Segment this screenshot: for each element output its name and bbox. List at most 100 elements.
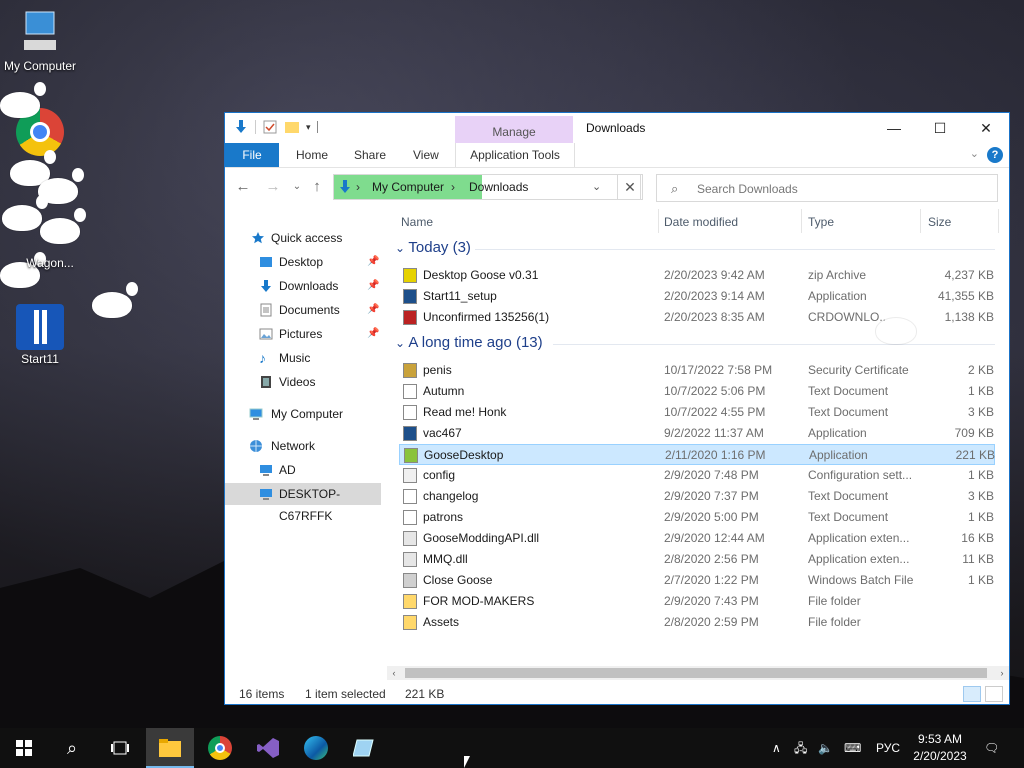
network-globe-icon (250, 440, 262, 452)
nav-network-ad[interactable]: AD (225, 459, 381, 481)
new-folder-icon[interactable] (284, 119, 300, 135)
input-language[interactable]: РУС (876, 728, 900, 768)
scroll-left-icon[interactable]: ‹ (387, 666, 401, 680)
help-icon[interactable]: ? (987, 147, 1003, 163)
file-row[interactable]: MMQ.dll 2/8/2020 2:56 PM Application exten… (399, 549, 995, 570)
nav-network-desktop[interactable]: DESKTOP-C67RFFK (225, 483, 381, 523)
tab-application-tools[interactable]: Application Tools (455, 143, 575, 167)
file-row[interactable]: Desktop Goose v0.31 2/20/2023 9:42 AM zip … (399, 265, 995, 286)
task-view-button[interactable] (96, 728, 144, 768)
clock[interactable]: 9:53 AM 2/20/2023 (908, 731, 972, 765)
desktop-icon-start11[interactable]: Start11 (0, 304, 80, 366)
file-row[interactable]: GooseDesktop 2/11/2020 1:16 PM Application… (399, 444, 995, 465)
details-view-icon[interactable] (963, 686, 981, 702)
group-header[interactable]: ⌄ A long time ago (13) (395, 334, 543, 351)
forward-arrow-icon[interactable]: → (263, 177, 283, 197)
collapse-chevron-icon[interactable]: ⌄ (395, 336, 408, 350)
large-icons-view-icon[interactable] (985, 686, 1003, 702)
nav-music[interactable]: ♪ Music (225, 347, 381, 369)
file-row[interactable]: FOR MOD-MAKERS 2/9/2020 7:43 PM File folde… (399, 591, 995, 612)
file-row[interactable]: config 2/9/2020 7:48 PM Configuration sett… (399, 465, 995, 486)
tab-view[interactable]: View (413, 143, 439, 167)
nav-label: Music (279, 351, 311, 365)
back-arrow-icon[interactable]: ← (233, 177, 253, 197)
file-row[interactable]: Assets 2/8/2020 2:59 PM File folder (399, 612, 995, 633)
desktop-icon-my-computer[interactable]: My Computer (0, 10, 80, 73)
tab-home[interactable]: Home (296, 143, 328, 167)
download-arrow-icon[interactable] (233, 119, 249, 135)
file-row[interactable]: Autumn 10/7/2022 5:06 PM Text Document 1 KB (399, 381, 995, 402)
file-type: Configuration sett... (808, 468, 913, 482)
nav-label: Desktop (279, 255, 324, 269)
nav-downloads[interactable]: Downloads 📌 (225, 275, 381, 297)
expand-ribbon-icon[interactable]: ⌄ (970, 147, 979, 160)
search-box[interactable]: ⌕ Search Downloads (656, 174, 998, 202)
nav-videos[interactable]: Videos (225, 371, 381, 393)
collapse-chevron-icon[interactable]: ⌄ (395, 241, 408, 255)
file-name: FOR MOD-MAKERS (423, 594, 535, 608)
customize-toolbar-icon[interactable]: ▾ (306, 122, 311, 133)
volume-icon[interactable]: 🔈 (818, 728, 833, 768)
taskbar-app[interactable] (340, 728, 388, 768)
properties-icon[interactable] (262, 119, 278, 135)
file-row[interactable]: Close Goose 2/7/2020 1:22 PM Windows Batch… (399, 570, 995, 591)
recent-locations-icon[interactable]: ⌄ (287, 177, 307, 197)
keyboard-icon[interactable]: ⌨ (844, 728, 861, 768)
taskbar-edge[interactable] (292, 728, 340, 768)
search-icon: ⌕ (66, 738, 78, 758)
column-header-size[interactable]: Size (928, 215, 951, 229)
scrollbar-thumb[interactable] (405, 668, 987, 678)
column-header-type[interactable]: Type (808, 215, 834, 229)
search-button[interactable]: ⌕ (48, 728, 96, 768)
network-icon[interactable]: 🖧 (794, 728, 807, 768)
file-size: 2 KB (967, 363, 994, 377)
desktop-icon-wagon[interactable]: Wagon... (0, 256, 80, 270)
computer-icon (249, 408, 263, 420)
search-icon: ⌕ (671, 181, 679, 196)
tab-share[interactable]: Share (354, 143, 386, 167)
file-type: File folder (808, 594, 861, 608)
column-divider (998, 209, 999, 233)
show-hidden-icons[interactable]: ∧ (772, 728, 781, 768)
close-button[interactable]: ✕ (963, 113, 1009, 143)
file-row[interactable]: Read me! Honk 10/7/2022 4:55 PM Text Docum… (399, 402, 995, 423)
maximize-button[interactable]: ☐ (917, 113, 963, 143)
horizontal-scrollbar[interactable]: ‹ › (387, 666, 1009, 680)
goose-sprite (92, 282, 138, 318)
file-row[interactable]: patrons 2/9/2020 5:00 PM Text Document 1 KB (399, 507, 995, 528)
nav-label: Documents (279, 303, 340, 317)
nav-documents[interactable]: Documents 📌 (225, 299, 381, 321)
nav-my-computer[interactable]: My Computer (225, 403, 381, 425)
file-row[interactable]: penis 10/17/2022 7:58 PM Security Certific… (399, 360, 995, 381)
start-button[interactable] (0, 728, 48, 768)
goose-sprite (40, 208, 86, 244)
file-row[interactable]: changelog 2/9/2020 7:37 PM Text Document 3 … (399, 486, 995, 507)
breadcrumb-downloads[interactable]: Downloads (469, 180, 528, 194)
nav-network[interactable]: Network (225, 435, 381, 457)
taskbar-chrome[interactable] (196, 728, 244, 768)
file-row[interactable]: GooseModdingAPI.dll 2/9/2020 12:44 AM Appl… (399, 528, 995, 549)
notifications-icon[interactable]: 🗨 (984, 728, 999, 768)
dll-icon (403, 552, 417, 567)
nav-pictures[interactable]: Pictures 📌 (225, 323, 381, 345)
tab-file[interactable]: File (225, 143, 279, 167)
file-row[interactable]: vac467 9/2/2022 11:37 AM Application 709 KB (399, 423, 995, 444)
taskbar-file-explorer[interactable] (146, 728, 194, 768)
file-name: GooseModdingAPI.dll (423, 531, 540, 545)
nav-desktop[interactable]: Desktop 📌 (225, 251, 381, 273)
file-name: Close Goose (423, 573, 493, 587)
address-dropdown-icon[interactable]: ⌄ (592, 180, 601, 193)
up-arrow-icon[interactable]: ↑ (307, 177, 327, 197)
clear-address-icon[interactable]: ✕ (617, 174, 643, 200)
column-header-name[interactable]: Name (401, 215, 433, 229)
group-header[interactable]: ⌄ Today (3) (395, 239, 471, 256)
file-row[interactable]: Start11_setup 2/20/2023 9:14 AM Applicatio… (399, 286, 995, 307)
nav-quick-access[interactable]: Quick access (225, 227, 381, 249)
column-header-date[interactable]: Date modified (664, 215, 738, 229)
minimize-button[interactable]: — (871, 113, 917, 143)
taskbar-visual-studio[interactable] (244, 728, 292, 768)
file-type: Application exten... (808, 531, 910, 545)
breadcrumb-my-computer[interactable]: My Computer (372, 180, 444, 194)
address-bar[interactable]: › My Computer › Downloads ⌄ (333, 174, 641, 200)
scroll-right-icon[interactable]: › (995, 666, 1009, 680)
